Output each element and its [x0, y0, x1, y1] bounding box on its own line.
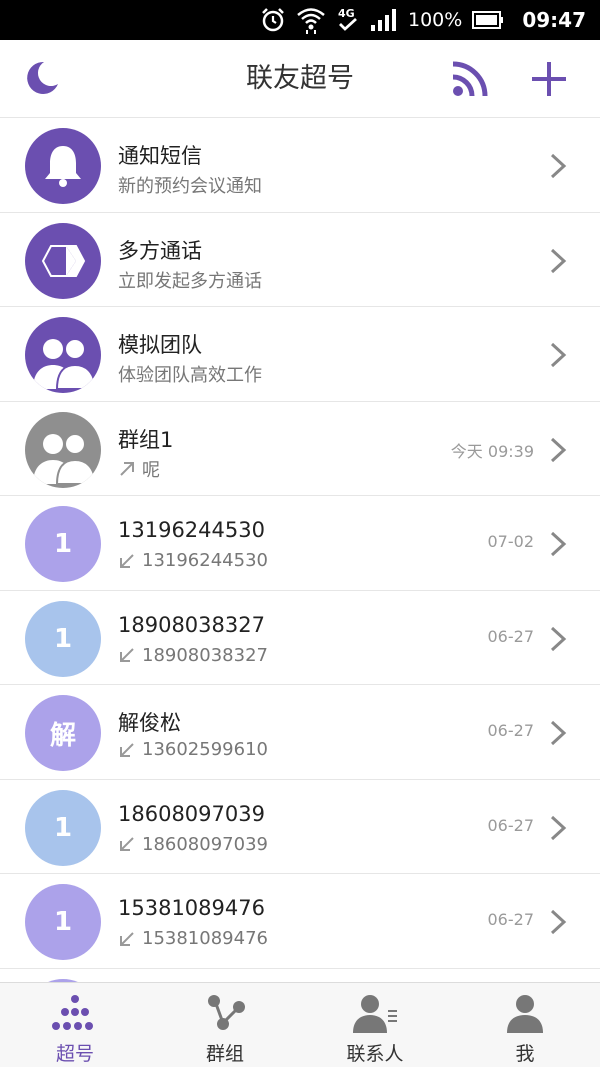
item-subtitle-text: 18608097039: [142, 833, 268, 855]
list-item-contact[interactable]: 1 18908038327 18908038327 06-27: [0, 591, 600, 685]
item-subtitle-text: 15381089476: [142, 928, 268, 949]
incoming-arrow-icon: [120, 837, 134, 851]
share-network-icon: [201, 991, 249, 1035]
chevron-right-icon: [550, 342, 567, 368]
item-title: 解俊松: [118, 711, 181, 735]
item-time: 06-27: [487, 910, 535, 929]
avatar: 1: [25, 506, 101, 582]
item-time: 06-27: [487, 626, 535, 646]
item-time: 07-02: [487, 532, 535, 551]
avatar: 1: [25, 600, 101, 677]
group-icon: [25, 411, 101, 488]
chevron-right-icon: [550, 248, 567, 273]
item-title: 通知短信: [118, 144, 202, 168]
wifi-icon: [296, 6, 326, 34]
list-item-contact[interactable]: 解 解俊松 13602599610 06-27: [0, 685, 600, 780]
tab-label: 超号: [55, 1043, 94, 1065]
item-subtitle: 新的预约会议通知: [118, 172, 262, 198]
bell-icon: [25, 128, 101, 204]
chevron-right-icon: [550, 531, 567, 557]
alarm-icon: [260, 6, 286, 34]
avatar: 1: [25, 789, 101, 866]
tab-groups[interactable]: 群组: [150, 983, 300, 1067]
list-item-group1[interactable]: 群组1 呢 今天 09:39: [0, 402, 600, 496]
app-header: 联友超号: [0, 40, 600, 118]
list-item-contact[interactable]: 1 15381089476 15381089476 06-27: [0, 874, 600, 969]
incoming-arrow-icon: [120, 931, 134, 946]
item-subtitle-text: 呢: [142, 459, 160, 481]
tab-label: 群组: [205, 1043, 244, 1065]
signal-icon: [370, 6, 398, 34]
list-item-multi-call[interactable]: 多方通话 立即发起多方通话: [0, 213, 600, 307]
item-subtitle-text: 立即发起多方通话: [118, 270, 262, 292]
item-title: 18908038327: [118, 612, 265, 637]
team-icon: [25, 317, 101, 393]
chevron-right-icon: [550, 153, 567, 179]
tab-me[interactable]: 我: [450, 983, 600, 1067]
item-title: 18608097039: [118, 801, 265, 826]
item-subtitle: 立即发起多方通话: [118, 267, 262, 293]
bottom-nav: 超号 群组 联系人 我: [0, 982, 600, 1067]
battery-percent: 100%: [408, 9, 463, 31]
item-subtitle-text: 新的预约会议通知: [118, 176, 262, 197]
item-subtitle: 15381089476: [118, 928, 268, 949]
item-subtitle: 体验团队高效工作: [118, 361, 262, 387]
conversation-list[interactable]: 通知短信 新的预约会议通知 多方通话 立即发起多方通话 模拟团队 体验团队高效工…: [0, 118, 600, 982]
list-item-contact[interactable]: 1 13196244530 13196244530 07-02: [0, 496, 600, 591]
rss-icon[interactable]: [450, 59, 490, 99]
clock: 09:47: [522, 8, 586, 32]
tab-label: 我: [515, 1043, 535, 1065]
item-title: 群组1: [118, 427, 174, 452]
item-title: 多方通话: [118, 238, 202, 263]
item-subtitle: 呢: [118, 456, 160, 482]
avatar: 解: [25, 695, 101, 771]
item-time: 06-27: [487, 721, 535, 740]
item-subtitle-text: 13602599610: [142, 739, 268, 760]
item-time: 06-27: [487, 815, 535, 835]
item-subtitle-text: 18908038327: [142, 644, 268, 666]
item-title: 15381089476: [118, 896, 265, 920]
user-icon: [501, 991, 549, 1035]
incoming-arrow-icon: [120, 742, 134, 757]
item-subtitle: 18908038327: [118, 645, 268, 666]
item-subtitle-text: 13196244530: [142, 550, 268, 571]
outgoing-arrow-icon: [120, 461, 134, 476]
page-title: 联友超号: [246, 63, 354, 94]
incoming-arrow-icon: [120, 648, 134, 662]
battery-icon: [472, 6, 504, 34]
item-subtitle: 13196244530: [118, 550, 268, 571]
add-icon[interactable]: [529, 59, 569, 99]
tab-label: 联系人: [346, 1043, 404, 1065]
dots-icon: [51, 991, 99, 1035]
list-item-contact[interactable]: 1 18608097039 18608097039 06-27: [0, 780, 600, 874]
tab-chaohao[interactable]: 超号: [0, 983, 150, 1067]
cube-icon: [25, 222, 101, 299]
item-title: 13196244530: [118, 518, 265, 542]
item-time: 今天 09:39: [450, 441, 534, 461]
avatar: 1: [25, 884, 101, 960]
item-subtitle: 18608097039: [118, 834, 268, 855]
network-4g-icon: 4G: [336, 6, 360, 34]
item-title: 模拟团队: [118, 333, 202, 357]
incoming-arrow-icon: [120, 553, 134, 568]
list-item-notice-sms[interactable]: 通知短信 新的预约会议通知: [0, 118, 600, 213]
chevron-right-icon: [550, 815, 567, 840]
chevron-right-icon: [550, 437, 567, 462]
chevron-right-icon: [550, 626, 567, 651]
status-bar: 4G 100% 09:47: [0, 0, 600, 40]
chevron-right-icon: [550, 720, 567, 746]
contacts-icon: [351, 991, 399, 1035]
item-subtitle: 13602599610: [118, 739, 268, 760]
tab-contacts[interactable]: 联系人: [300, 983, 450, 1067]
item-subtitle-text: 体验团队高效工作: [118, 365, 262, 386]
list-item-sim-team[interactable]: 模拟团队 体验团队高效工作: [0, 307, 600, 402]
network-label: 4G: [338, 7, 355, 20]
chevron-right-icon: [550, 909, 567, 935]
list-item-partial[interactable]: [0, 969, 600, 982]
